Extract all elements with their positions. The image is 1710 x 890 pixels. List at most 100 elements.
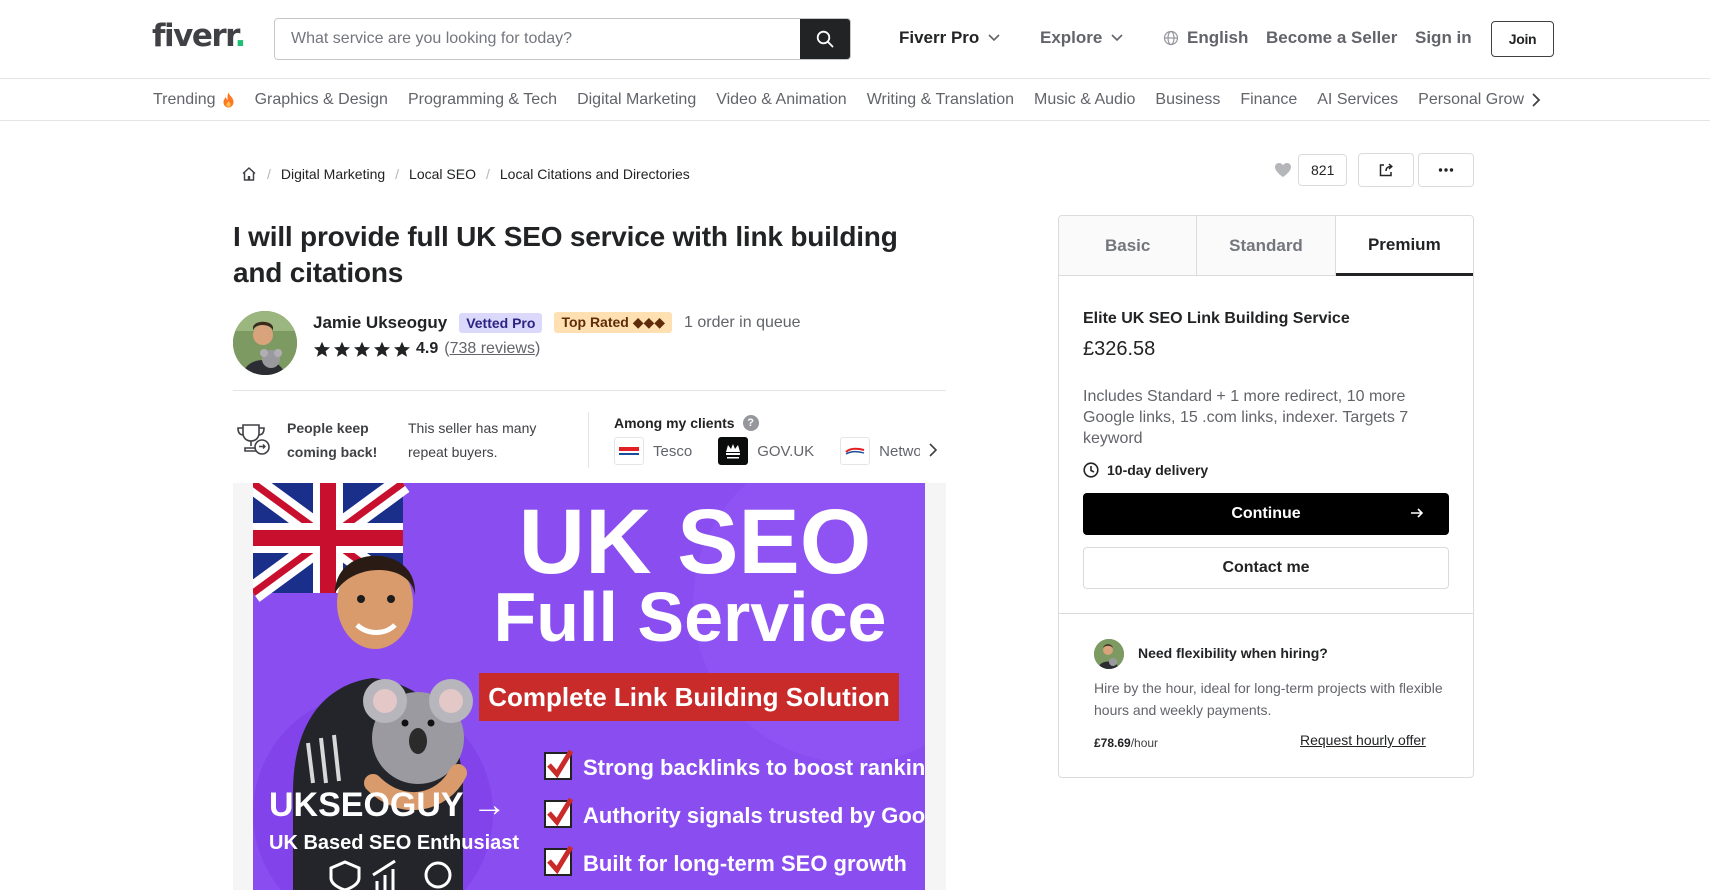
nav-language[interactable]: English xyxy=(1163,28,1248,48)
gig-title: I will provide full UK SEO service with … xyxy=(233,221,898,288)
category-item-trending[interactable]: Trending xyxy=(153,91,235,109)
fire-icon xyxy=(223,92,234,108)
category-item[interactable]: Writing & Translation xyxy=(867,91,1014,109)
reviews-link[interactable]: (738 reviews) xyxy=(444,340,540,358)
package-title: Elite UK SEO Link Building Service xyxy=(1083,310,1350,327)
vertical-divider xyxy=(588,412,589,468)
breadcrumb-separator: / xyxy=(395,166,400,182)
star-icon xyxy=(354,341,370,357)
share-button[interactable] xyxy=(1358,153,1414,187)
breadcrumb-item[interactable]: Local Citations and Directories xyxy=(500,166,690,182)
category-item[interactable]: AI Services xyxy=(1317,91,1398,109)
search-bar xyxy=(274,18,851,60)
nav-become-seller[interactable]: Become a Seller xyxy=(1266,28,1397,48)
gig-image-brand: UKSEOGUY → xyxy=(269,786,506,824)
gig-image-gallery[interactable]: UK SEO Full Service Complete Link Buildi… xyxy=(233,483,946,890)
hourly-seller-avatar xyxy=(1094,639,1124,669)
nav-language-label: English xyxy=(1187,28,1249,47)
fiverr-logo[interactable]: fiverr. xyxy=(152,18,246,54)
nav-sign-in-label: Sign in xyxy=(1415,28,1472,47)
home-icon[interactable] xyxy=(241,166,257,182)
seller-info: Jamie Ukseoguy Vetted Pro Top Rated ◆◆◆ … xyxy=(313,312,801,333)
more-options-button[interactable] xyxy=(1418,153,1474,187)
clients-list: Tesco GOV.UK Network Rail xyxy=(614,436,920,466)
tab-standard[interactable]: Standard xyxy=(1197,216,1336,275)
delivery-time: 10-day delivery xyxy=(1083,462,1208,478)
repeat-buyers-title: People keep coming back! xyxy=(287,420,378,460)
clients-title: Among my clients xyxy=(614,415,735,431)
chevron-right-icon[interactable] xyxy=(928,442,938,458)
clock-icon xyxy=(1083,462,1099,478)
nav-sign-in[interactable]: Sign in xyxy=(1415,28,1472,48)
join-button[interactable]: Join xyxy=(1491,21,1554,57)
category-item[interactable]: Programming & Tech xyxy=(408,91,557,109)
gig-image: UK SEO Full Service Complete Link Buildi… xyxy=(253,483,925,890)
breadcrumb-item[interactable]: Local SEO xyxy=(409,166,476,182)
chevron-down-icon xyxy=(988,34,1000,42)
hourly-rate-value: £78.69 xyxy=(1094,736,1131,750)
svg-text:Strong backlinks to boost rank: Strong backlinks to boost rankings xyxy=(583,755,925,780)
gig-image-tagline: UK Based SEO Enthusiast xyxy=(269,832,519,854)
seller-rating: 4.9 (738 reviews) xyxy=(313,340,540,358)
client-item: GOV.UK xyxy=(718,437,814,465)
logo-text: fiverr xyxy=(152,18,236,54)
contact-me-button[interactable]: Contact me xyxy=(1083,547,1449,589)
search-input[interactable] xyxy=(275,19,802,59)
search-icon xyxy=(816,30,834,48)
globe-icon xyxy=(1163,30,1179,46)
svg-text:Built for long-term SEO growth: Built for long-term SEO growth xyxy=(583,851,907,876)
top-header: fiverr. Fiverr Pro Explore English Becom… xyxy=(0,0,1710,79)
favorites-count: 821 xyxy=(1298,154,1348,186)
category-item[interactable]: Music & Audio xyxy=(1034,91,1135,109)
package-description: Includes Standard + 1 more redirect, 10 … xyxy=(1083,388,1409,447)
govuk-logo-icon xyxy=(718,437,749,465)
chevron-down-icon xyxy=(1111,34,1123,42)
breadcrumb-item[interactable]: Digital Marketing xyxy=(281,166,385,182)
package-tabs: Basic Standard Premium xyxy=(1059,216,1473,276)
category-item[interactable]: Business xyxy=(1155,91,1220,109)
search-button[interactable] xyxy=(800,19,850,59)
help-icon[interactable]: ? xyxy=(742,415,759,431)
seller-name[interactable]: Jamie Ukseoguy xyxy=(313,313,447,333)
star-icon xyxy=(334,341,350,357)
heart-icon[interactable] xyxy=(1274,162,1292,178)
category-item[interactable]: Graphics & Design xyxy=(255,91,388,109)
hourly-title: Need flexibility when hiring? xyxy=(1138,645,1328,661)
category-bar: Trending Graphics & Design Programming &… xyxy=(0,79,1710,121)
delivery-label: 10-day delivery xyxy=(1107,462,1209,478)
category-item[interactable]: Video & Animation xyxy=(716,91,846,109)
star-icon xyxy=(394,341,410,357)
nav-fiverr-pro[interactable]: Fiverr Pro xyxy=(899,28,1001,48)
more-icon xyxy=(1438,168,1454,172)
continue-button[interactable]: Continue xyxy=(1083,493,1449,535)
hourly-description: Hire by the hour, ideal for long-term pr… xyxy=(1094,680,1443,718)
top-rated-badge: Top Rated ◆◆◆ xyxy=(554,312,673,333)
tab-premium[interactable]: Premium xyxy=(1335,216,1473,276)
package-price: £326.58 xyxy=(1083,338,1156,360)
clients-header: Among my clients ? xyxy=(614,415,759,431)
pricing-panel: Basic Standard Premium Elite UK SEO Link… xyxy=(1058,215,1474,778)
category-list: Trending Graphics & Design Programming &… xyxy=(153,79,1540,121)
favorite-group[interactable]: 821 xyxy=(1274,154,1348,186)
client-name: GOV.UK xyxy=(757,442,815,460)
continue-label: Continue xyxy=(1231,505,1301,522)
breadcrumb: / Digital Marketing / Local SEO / Local … xyxy=(241,166,690,182)
category-item[interactable]: Finance xyxy=(1240,91,1297,109)
tab-basic[interactable]: Basic xyxy=(1059,216,1198,275)
category-scroll-right[interactable] xyxy=(1524,87,1548,113)
request-hourly-offer-link[interactable]: Request hourly offer xyxy=(1300,732,1426,748)
category-item[interactable]: Digital Marketing xyxy=(577,91,696,109)
nav-explore[interactable]: Explore xyxy=(1040,28,1124,48)
client-name: Network Rail xyxy=(879,442,920,460)
seller-avatar[interactable] xyxy=(233,311,297,375)
network-rail-logo-icon xyxy=(840,437,871,465)
order-queue: 1 order in queue xyxy=(684,313,801,331)
client-item: Network Rail xyxy=(840,437,920,465)
breadcrumb-separator: / xyxy=(485,166,490,182)
client-name: Tesco xyxy=(653,442,693,460)
gig-image-banner: Complete Link Building Solution xyxy=(488,682,890,712)
nav-explore-label: Explore xyxy=(1040,28,1103,47)
tesco-logo-icon xyxy=(614,437,644,465)
star-icon xyxy=(314,341,330,357)
category-item[interactable]: Personal Growth xyxy=(1418,91,1537,109)
